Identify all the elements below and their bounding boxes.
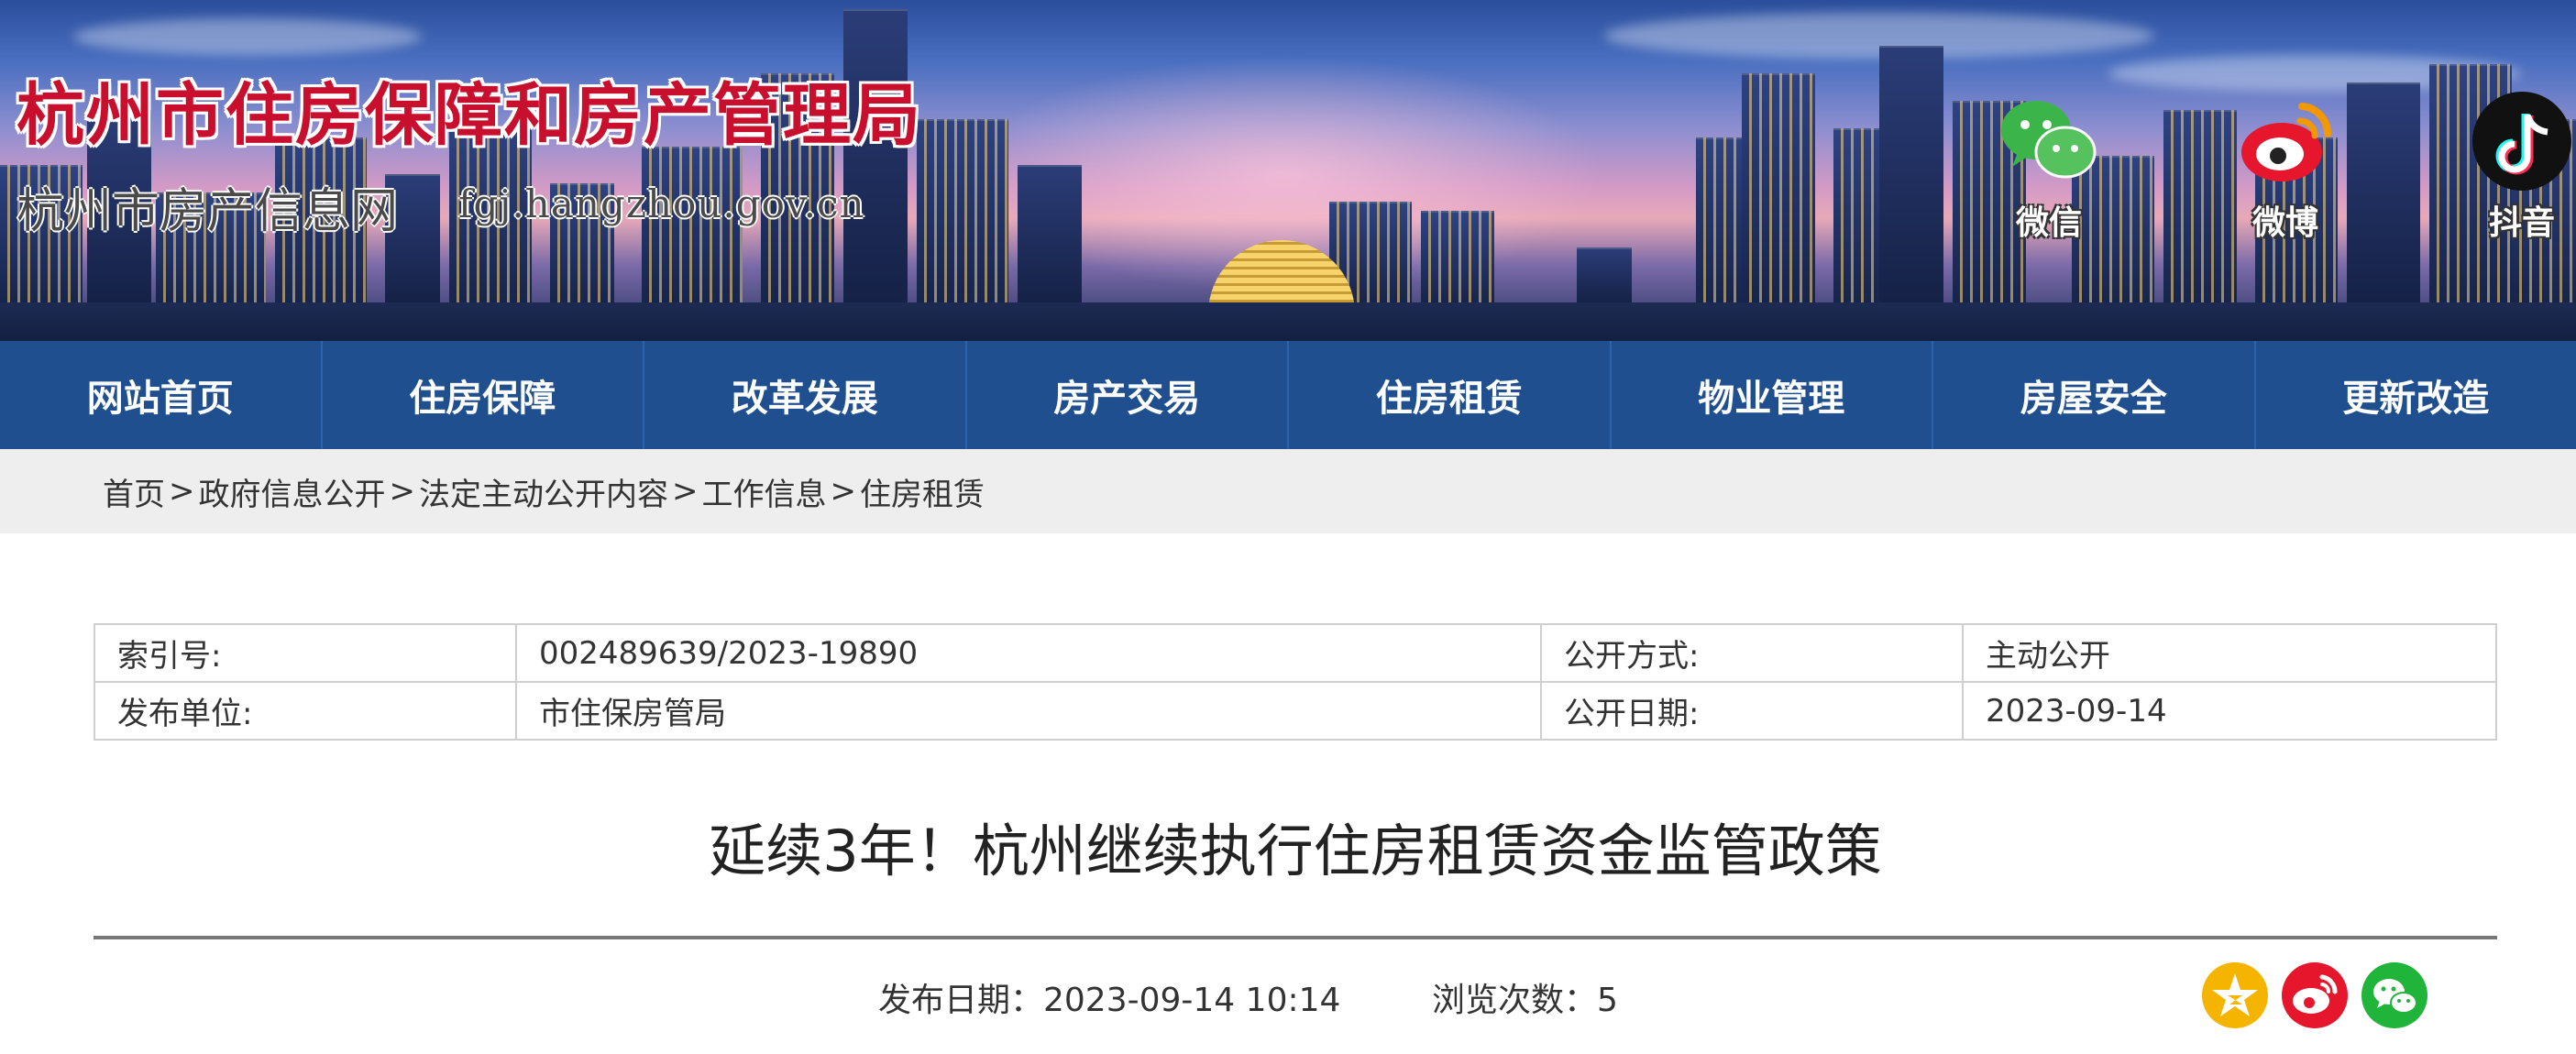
nav-item-property-trading[interactable]: 房产交易 (967, 341, 1289, 449)
disclosure-info-table: 索引号: 002489639/2023-19890 公开方式: 主动公开 发布单… (94, 623, 2497, 741)
table-row: 发布单位: 市住保房管局 公开日期: 2023-09-14 (94, 681, 2497, 741)
disclosure-method-value: 主动公开 (1962, 623, 2497, 683)
banner-cloud (73, 18, 422, 55)
social-douyin[interactable]: 抖音 (2453, 88, 2576, 244)
view-count: 浏览次数：5 (1432, 982, 1618, 1019)
breadcrumb-gov-info[interactable]: 政府信息公开 (199, 469, 386, 514)
share-qzone-button[interactable] (2202, 962, 2268, 1028)
breadcrumb-separator: > (389, 473, 416, 510)
nav-item-property-management[interactable]: 物业管理 (1612, 341, 1933, 449)
social-wechat-label: 微信 (2015, 204, 2082, 242)
breadcrumb-statutory-disclosure[interactable]: 法定主动公开内容 (419, 469, 668, 514)
header-banner: 杭州市住房保障和房产管理局 杭州市房产信息网 fgj.hangzhou.gov.… (0, 0, 2576, 341)
share-weibo-button[interactable] (2282, 962, 2348, 1028)
douyin-icon (2469, 88, 2575, 194)
banner-building (2347, 82, 2420, 302)
banner-building (1018, 165, 1082, 302)
weibo-icon (2232, 88, 2339, 194)
breadcrumb-home[interactable]: 首页 (103, 469, 165, 514)
nav-item-home[interactable]: 网站首页 (0, 341, 323, 449)
index-number-value: 002489639/2023-19890 (515, 623, 1542, 683)
social-weibo[interactable]: 微博 (2217, 88, 2354, 244)
qzone-icon (2212, 973, 2258, 1016)
banner-waterfront (0, 302, 2576, 341)
main-nav: 网站首页 住房保障 改革发展 房产交易 住房租赁 物业管理 房屋安全 更新改造 (0, 341, 2576, 449)
nav-item-housing-safety[interactable]: 房屋安全 (1933, 341, 2256, 449)
article-title: 延续3年！杭州继续执行住房租赁资金监管政策 (709, 818, 1882, 884)
title-divider (94, 936, 2497, 939)
banner-building (1742, 73, 1815, 302)
publisher-value: 市住保房管局 (515, 681, 1542, 741)
index-number-label: 索引号: (94, 623, 517, 683)
site-subtitle: 杭州市房产信息网 (17, 184, 399, 239)
breadcrumb-housing-rental[interactable]: 住房租赁 (860, 469, 985, 514)
breadcrumb-separator: > (830, 473, 857, 510)
publish-date: 发布日期：2023-09-14 10:14 (878, 982, 1341, 1019)
banner-building (1577, 247, 1632, 302)
site-title: 杭州市住房保障和房产管理局 (17, 76, 922, 155)
wechat-icon (1996, 88, 2102, 194)
breadcrumb-separator: > (672, 473, 699, 510)
social-wechat[interactable]: 微信 (1980, 88, 2118, 244)
social-douyin-label: 抖音 (2488, 204, 2555, 242)
share-wechat-button[interactable] (2361, 962, 2427, 1028)
disclosure-date-label: 公开日期: (1540, 681, 1964, 741)
banner-building (917, 119, 1008, 302)
weibo-icon (2293, 974, 2338, 1014)
nav-item-housing-rental[interactable]: 住房租赁 (1289, 341, 1612, 449)
banner-building (1421, 211, 1494, 302)
nav-item-housing-security[interactable]: 住房保障 (323, 341, 644, 449)
breadcrumb-work-info[interactable]: 工作信息 (702, 469, 827, 514)
site-domain: fgj.hangzhou.gov.cn (458, 181, 865, 226)
breadcrumb-separator: > (169, 473, 195, 510)
banner-building (1879, 46, 1943, 302)
social-weibo-label: 微博 (2251, 204, 2318, 242)
nav-item-urban-renewal[interactable]: 更新改造 (2256, 341, 2576, 449)
nav-item-reform-development[interactable]: 改革发展 (644, 341, 967, 449)
publisher-label: 发布单位: (94, 681, 517, 741)
breadcrumb: 首页 > 政府信息公开 > 法定主动公开内容 > 工作信息 > 住房租赁 (0, 449, 2576, 533)
wechat-icon (2373, 979, 2417, 1014)
disclosure-date-value: 2023-09-14 (1962, 681, 2497, 741)
table-row: 索引号: 002489639/2023-19890 公开方式: 主动公开 (94, 623, 2497, 683)
disclosure-method-label: 公开方式: (1540, 623, 1964, 683)
